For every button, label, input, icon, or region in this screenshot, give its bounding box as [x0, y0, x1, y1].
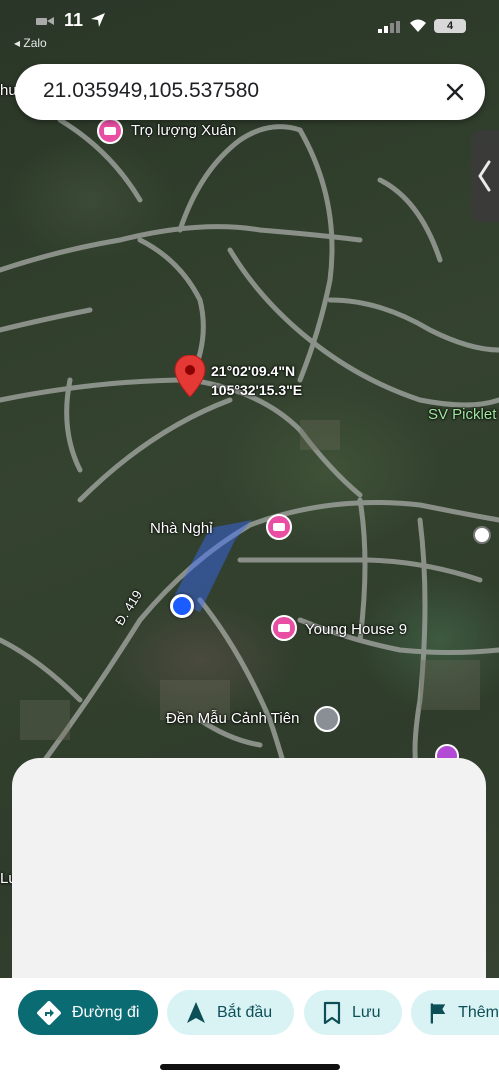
status-time: 11 — [64, 10, 84, 30]
pin-latitude: 21°02'09.4"N — [211, 363, 296, 379]
flag-icon — [430, 1002, 446, 1024]
battery-indicator: 4 — [434, 19, 466, 33]
close-icon[interactable] — [439, 76, 471, 108]
hotel-poi-icon[interactable] — [97, 118, 123, 144]
more-label: Thêm — [458, 1003, 499, 1021]
place-bottom-sheet[interactable] — [12, 758, 486, 988]
home-indicator[interactable] — [160, 1064, 340, 1070]
temple-icon[interactable] — [314, 706, 340, 732]
bookmark-icon — [323, 1001, 341, 1024]
directions-icon — [37, 1000, 61, 1025]
poi-label-nha-nghi[interactable]: Nhà Nghỉ — [150, 520, 213, 537]
poi-label-tro-luong-xuan[interactable]: Trọ lượng Xuân — [131, 122, 236, 139]
navigation-arrow-icon — [187, 1001, 205, 1023]
back-to-app-link[interactable]: ◂ Zalo — [14, 36, 47, 50]
save-label: Lưu — [352, 1003, 381, 1021]
current-location-dot — [170, 594, 194, 618]
chevron-left-icon — [478, 160, 491, 192]
location-arrow-icon — [90, 12, 106, 28]
search-bar[interactable]: 21.035949,105.537580 — [15, 64, 485, 120]
signal-icon — [378, 20, 400, 33]
side-panel-handle[interactable] — [471, 130, 499, 222]
poi-label-den-mau[interactable]: Đền Mẫu Cảnh Tiên — [166, 710, 299, 727]
pin-longitude: 105°32'15.3"E — [211, 382, 303, 398]
hotel-poi-icon[interactable] — [266, 514, 292, 540]
search-query[interactable]: 21.035949,105.537580 — [43, 79, 259, 103]
bus-stop-icon[interactable] — [473, 526, 491, 544]
camera-indicator-icon — [36, 14, 56, 26]
start-label: Bắt đầu — [217, 1003, 273, 1021]
status-bar: 11 4 ◂ Zalo — [0, 0, 499, 50]
wifi-icon — [407, 17, 429, 33]
directions-label: Đường đi — [72, 1003, 140, 1021]
directions-button[interactable]: Đường đi — [18, 990, 158, 1035]
more-button[interactable]: Thêm — [411, 990, 499, 1035]
start-button[interactable]: Bắt đầu — [167, 990, 294, 1035]
dropped-pin-icon[interactable] — [174, 355, 206, 397]
save-button[interactable]: Lưu — [304, 990, 402, 1035]
poi-label-young-house[interactable]: Young House 9 — [305, 621, 407, 638]
poi-label-sv-pickleball[interactable]: SV Picklet — [428, 406, 496, 423]
hotel-poi-icon[interactable] — [271, 615, 297, 641]
